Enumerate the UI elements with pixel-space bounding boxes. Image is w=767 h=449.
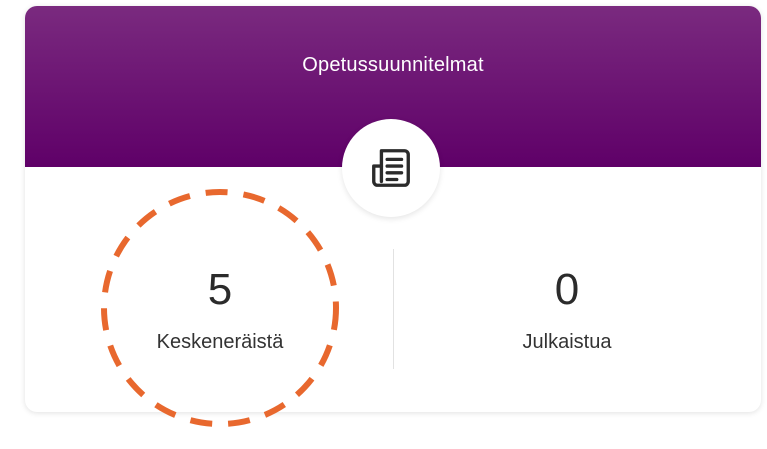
document-list-icon	[342, 119, 440, 217]
document-list-icon-svg	[372, 149, 410, 187]
stat-published-value: 0	[554, 265, 580, 314]
stat-in-progress-label: Keskeneräistä	[156, 331, 284, 353]
stat-in-progress-value: 5	[207, 265, 233, 314]
dashboard-stage: Opetussuunnitelmat 5 Keskeneräistä 0 Jul…	[0, 0, 767, 449]
stat-in-progress[interactable]: 5 Keskeneräistä	[110, 264, 330, 354]
stats-divider	[393, 249, 394, 369]
curricula-card[interactable]: Opetussuunnitelmat 5 Keskeneräistä 0 Jul…	[25, 6, 761, 412]
card-title: Opetussuunnitelmat	[302, 54, 484, 76]
stat-published-label: Julkaistua	[522, 331, 612, 353]
stat-published[interactable]: 0 Julkaistua	[457, 264, 677, 354]
